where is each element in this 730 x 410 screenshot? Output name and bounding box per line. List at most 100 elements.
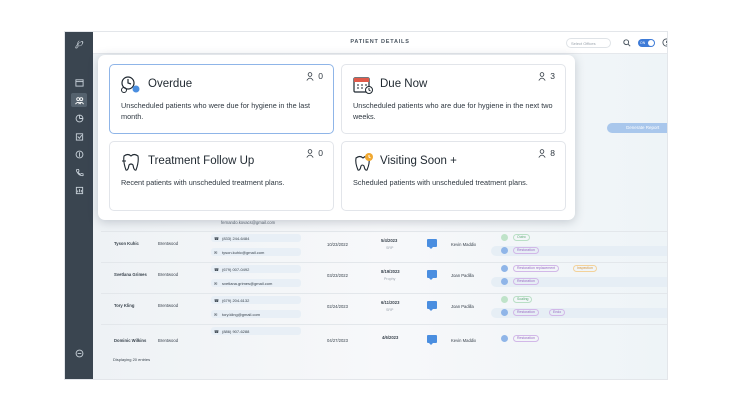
- email-pill[interactable]: ✉ svetlana.grimes@gmail.com: [211, 279, 301, 287]
- help-icon[interactable]: [661, 37, 667, 48]
- table-row[interactable]: Tory Kling Brentwood ☎ (679) 204-6132 ✉ to…: [101, 293, 667, 323]
- view-toggle[interactable]: ON: [638, 39, 655, 47]
- phone-icon: ☎: [214, 328, 219, 334]
- card-visiting-soon[interactable]: Visiting Soon + 8 Scheduled patients wit…: [341, 141, 566, 211]
- card-overdue[interactable]: Overdue 0 Unscheduled patients who were …: [109, 64, 334, 134]
- category-icon: [501, 247, 508, 254]
- person-icon: [538, 148, 546, 158]
- category-icon: [501, 234, 508, 241]
- calendar-due-icon: [352, 75, 374, 95]
- category-icon: [501, 296, 508, 303]
- person-icon: [538, 71, 546, 81]
- tag[interactable]: Restoration: [513, 247, 539, 254]
- tag[interactable]: Scaling: [513, 296, 533, 303]
- card-description: Scheduled patients with unscheduled trea…: [353, 178, 528, 187]
- table-row[interactable]: Tyson Kuhic Brentwood ☎ (833) 244-6484 ✉ t…: [101, 231, 667, 261]
- patient-name[interactable]: Tyson Kuhic: [114, 241, 139, 246]
- top-bar: PATIENT DETAILS Select Offices ON: [93, 32, 667, 54]
- phone-icon[interactable]: [71, 165, 87, 179]
- phone-icon: ☎: [214, 235, 219, 241]
- tag[interactable]: Restoration: [513, 278, 539, 285]
- appt-type: SRP: [386, 246, 394, 250]
- schedule-icon[interactable]: [71, 129, 87, 143]
- last-visit: 03/23/2022: [327, 273, 348, 278]
- location: Brentwood: [158, 303, 179, 308]
- message-icon[interactable]: [427, 301, 437, 311]
- email-pill[interactable]: ✉ tyson.kuhic@gmail.com: [211, 248, 301, 256]
- calendar-icon[interactable]: [71, 75, 87, 89]
- card-title: Treatment Follow Up: [148, 155, 255, 167]
- email: tyson.kuhic@gmail.com: [222, 249, 265, 255]
- appt-date: 6/11/2023: [381, 300, 400, 305]
- provider: Joan Padilla: [451, 304, 474, 309]
- toggle-knob: [648, 40, 654, 46]
- phone-icon: ☎: [214, 297, 219, 303]
- last-visit: 04/27/2023: [327, 338, 348, 343]
- provider: Kevin Maddix: [451, 338, 477, 343]
- tag[interactable]: Restoration: [513, 309, 539, 316]
- patient-name[interactable]: Dominic Wilkins: [114, 338, 146, 343]
- patient-count: 0: [306, 71, 323, 81]
- reports-icon[interactable]: [71, 183, 87, 197]
- patient-name[interactable]: Svetlana Grimes: [114, 272, 147, 277]
- card-description: Recent patients with unscheduled treatme…: [121, 178, 285, 187]
- tag[interactable]: Restoration: [513, 335, 539, 342]
- count-value: 8: [550, 148, 555, 158]
- search-icon[interactable]: [621, 37, 632, 48]
- card-description: Unscheduled patients who were due for hy…: [121, 101, 311, 121]
- email-icon: ✉: [214, 311, 218, 317]
- tag[interactable]: Restoration replacement: [513, 265, 560, 272]
- tag[interactable]: Outro: [513, 234, 530, 241]
- count-value: 3: [550, 71, 555, 81]
- email: svetlana.grimes@gmail.com: [222, 280, 273, 286]
- email-icon: ✉: [214, 280, 218, 286]
- phone: (886) 907-6288: [222, 328, 250, 334]
- logo: ℘: [75, 36, 83, 49]
- chart-icon[interactable]: [71, 111, 87, 125]
- patient-count: 0: [306, 148, 323, 158]
- card-treatment-follow-up[interactable]: Treatment Follow Up 0 Recent patients wi…: [109, 141, 334, 211]
- tag[interactable]: Inspection: [573, 265, 597, 272]
- tag[interactable]: Endo: [549, 309, 566, 316]
- entries-count: Displaying 20 entries: [113, 357, 151, 362]
- email-pill[interactable]: ✉ tory.kling@gmail.com: [211, 310, 301, 318]
- message-icon[interactable]: [427, 270, 437, 280]
- message-icon[interactable]: [427, 239, 437, 249]
- table-row[interactable]: Dominic Wilkins Brentwood ☎ (886) 907-628…: [101, 324, 667, 354]
- office-select[interactable]: Select Offices: [566, 38, 611, 48]
- provider: Kevin Maddix: [451, 242, 477, 247]
- phone: (833) 244-6484: [222, 235, 250, 241]
- patient-name[interactable]: Tory Kling: [114, 303, 134, 308]
- card-due-now[interactable]: Due Now 3 Unscheduled patients who are d…: [341, 64, 566, 134]
- phone-icon: ☎: [214, 266, 219, 272]
- card-title: Overdue: [148, 78, 193, 90]
- patient-filter-popup: Overdue 0 Unscheduled patients who were …: [98, 55, 575, 220]
- generate-report-button[interactable]: Generate Report: [607, 123, 667, 133]
- visiting-soon-icon: [352, 152, 374, 172]
- location: Brentwood: [158, 272, 179, 277]
- phone-pill[interactable]: ☎ (833) 244-6484: [211, 234, 301, 242]
- logout-icon[interactable]: [71, 346, 87, 360]
- message-icon[interactable]: [427, 335, 437, 345]
- table-row[interactable]: Svetlana Grimes Brentwood ☎ (679) 007-049…: [101, 262, 667, 292]
- phone-pill[interactable]: ☎ (886) 907-6288: [211, 327, 301, 335]
- tooth-icon: [120, 152, 142, 172]
- phone: (679) 007-0492: [222, 266, 250, 272]
- card-description: Unscheduled patients who are due for hyg…: [353, 101, 553, 121]
- card-title: Visiting Soon +: [380, 155, 457, 167]
- phone: (679) 204-6132: [222, 297, 250, 303]
- phone-pill[interactable]: ☎ (679) 204-6132: [211, 296, 301, 304]
- appt-date: 4/6/2023: [382, 335, 399, 340]
- email: tory.kling@gmail.com: [222, 311, 260, 317]
- count-value: 0: [318, 71, 323, 81]
- phone-pill[interactable]: ☎ (679) 007-0492: [211, 265, 301, 273]
- person-icon: [306, 71, 314, 81]
- category-icon: [501, 309, 508, 316]
- category-icon: [501, 278, 508, 285]
- patients-icon[interactable]: [71, 93, 87, 107]
- last-visit: 10/23/2022: [327, 242, 348, 247]
- count-value: 0: [318, 148, 323, 158]
- last-visit: 02/24/2023: [327, 304, 348, 309]
- category-icon: [501, 335, 508, 342]
- money-icon[interactable]: [71, 147, 87, 161]
